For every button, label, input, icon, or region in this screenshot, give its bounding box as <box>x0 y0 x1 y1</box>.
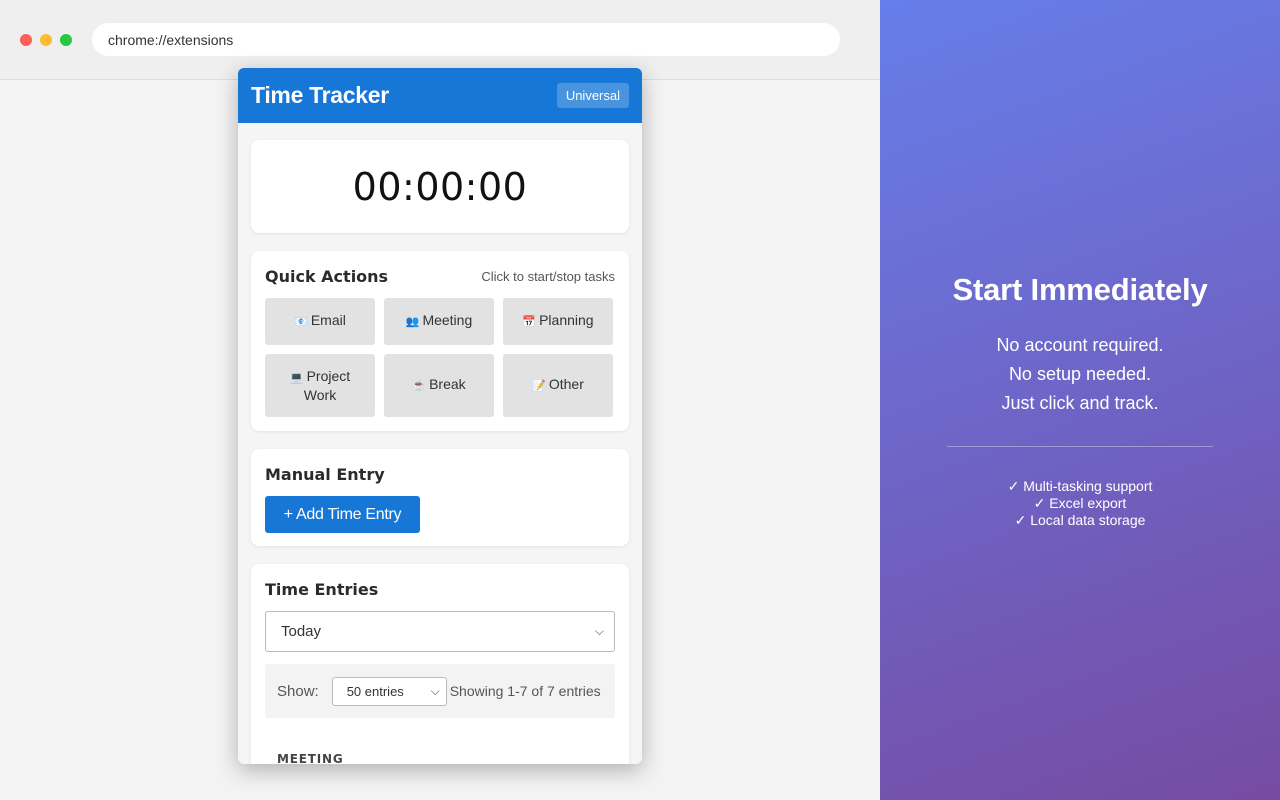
promo-features: ✓ Multi-tasking support ✓ Excel export ✓… <box>880 478 1280 529</box>
popup-title: Time Tracker <box>251 82 389 108</box>
quick-actions-hint: Click to start/stop tasks <box>481 269 615 284</box>
address-bar[interactable]: chrome://extensions <box>92 23 840 56</box>
project-work-label: Project Work <box>303 367 351 403</box>
break-label: Break <box>429 376 466 392</box>
add-time-entry-button[interactable]: + Add Time Entry <box>265 496 420 533</box>
project-work-task-button[interactable]: 💻 Project Work <box>265 354 375 417</box>
minimize-window-button[interactable] <box>40 34 52 46</box>
feature-item: ✓ Multi-tasking support <box>1007 478 1153 494</box>
promo-lines: No account required. No setup needed. Ju… <box>880 331 1280 418</box>
promo-panel: Start Immediately No account required. N… <box>880 0 1280 800</box>
timer-card: 00:00:00 <box>251 140 629 233</box>
show-label: Show: <box>277 682 319 700</box>
time-entries-title: Time Entries <box>265 580 379 599</box>
laptop-icon: 💻 <box>289 371 304 384</box>
promo-divider <box>947 446 1213 447</box>
popup-header: Time Tracker Universal <box>238 68 642 123</box>
email-task-button[interactable]: 📧 Email <box>265 298 375 345</box>
date-filter-select[interactable]: Today ⌵ <box>265 611 615 652</box>
meeting-task-button[interactable]: 👥 Meeting <box>384 298 494 345</box>
feature-item: ✓ Local data storage <box>1014 512 1146 528</box>
promo-title: Start Immediately <box>952 272 1208 307</box>
manual-entry-card: Manual Entry + Add Time Entry <box>251 449 629 546</box>
page-size-value: 50 entries <box>346 683 404 699</box>
feature-item: ✓ Excel export <box>1033 495 1127 511</box>
entry-group-label: MEETING <box>277 752 344 764</box>
close-window-button[interactable] <box>20 34 32 46</box>
promo-line: Just click and track. <box>1001 393 1159 413</box>
maximize-window-button[interactable] <box>60 34 72 46</box>
meeting-label: Meeting <box>422 312 473 328</box>
memo-icon: 📝 <box>532 380 546 392</box>
planning-label: Planning <box>539 312 594 328</box>
other-label: Other <box>548 376 584 392</box>
quick-actions-grid: 📧 Email 👥 Meeting 📅 Planning 💻 Project Work … <box>265 298 615 417</box>
other-task-button[interactable]: 📝 Other <box>503 354 613 417</box>
planning-task-button[interactable]: 📅 Planning <box>503 298 613 345</box>
address-text: chrome://extensions <box>108 31 234 48</box>
email-icon: 📧 <box>294 316 308 328</box>
pagination-bar: Show: 50 entries ⌵ Showing 1-7 of 7 entr… <box>265 664 615 718</box>
promo-line: No account required. <box>996 335 1164 355</box>
universal-badge: Universal <box>556 83 629 108</box>
break-task-button[interactable]: ☕ Break <box>384 354 494 417</box>
extension-popup: Time Tracker Universal 00:00:00 Quick Ac… <box>238 68 642 764</box>
time-entries-card: Time Entries Today ⌵ Show: 50 entries ⌵ … <box>251 564 629 764</box>
quick-actions-title: Quick Actions <box>265 267 389 286</box>
manual-entry-title: Manual Entry <box>265 465 385 484</box>
chevron-down-icon: ⌵ <box>594 624 604 638</box>
promo-line: No setup needed. <box>1008 364 1152 384</box>
coffee-icon: ☕ <box>412 380 427 392</box>
showing-count: Showing 1-7 of 7 entries <box>449 683 601 699</box>
date-filter-value: Today <box>281 623 322 640</box>
email-label: Email <box>310 312 346 328</box>
calendar-icon: 📅 <box>522 316 537 328</box>
page-size-select[interactable]: 50 entries ⌵ <box>331 676 447 706</box>
chevron-down-icon: ⌵ <box>430 683 440 698</box>
quick-actions-card: Quick Actions Click to start/stop tasks … <box>251 251 629 431</box>
people-icon: 👥 <box>405 316 420 328</box>
timer-display: 00:00:00 <box>352 164 528 209</box>
